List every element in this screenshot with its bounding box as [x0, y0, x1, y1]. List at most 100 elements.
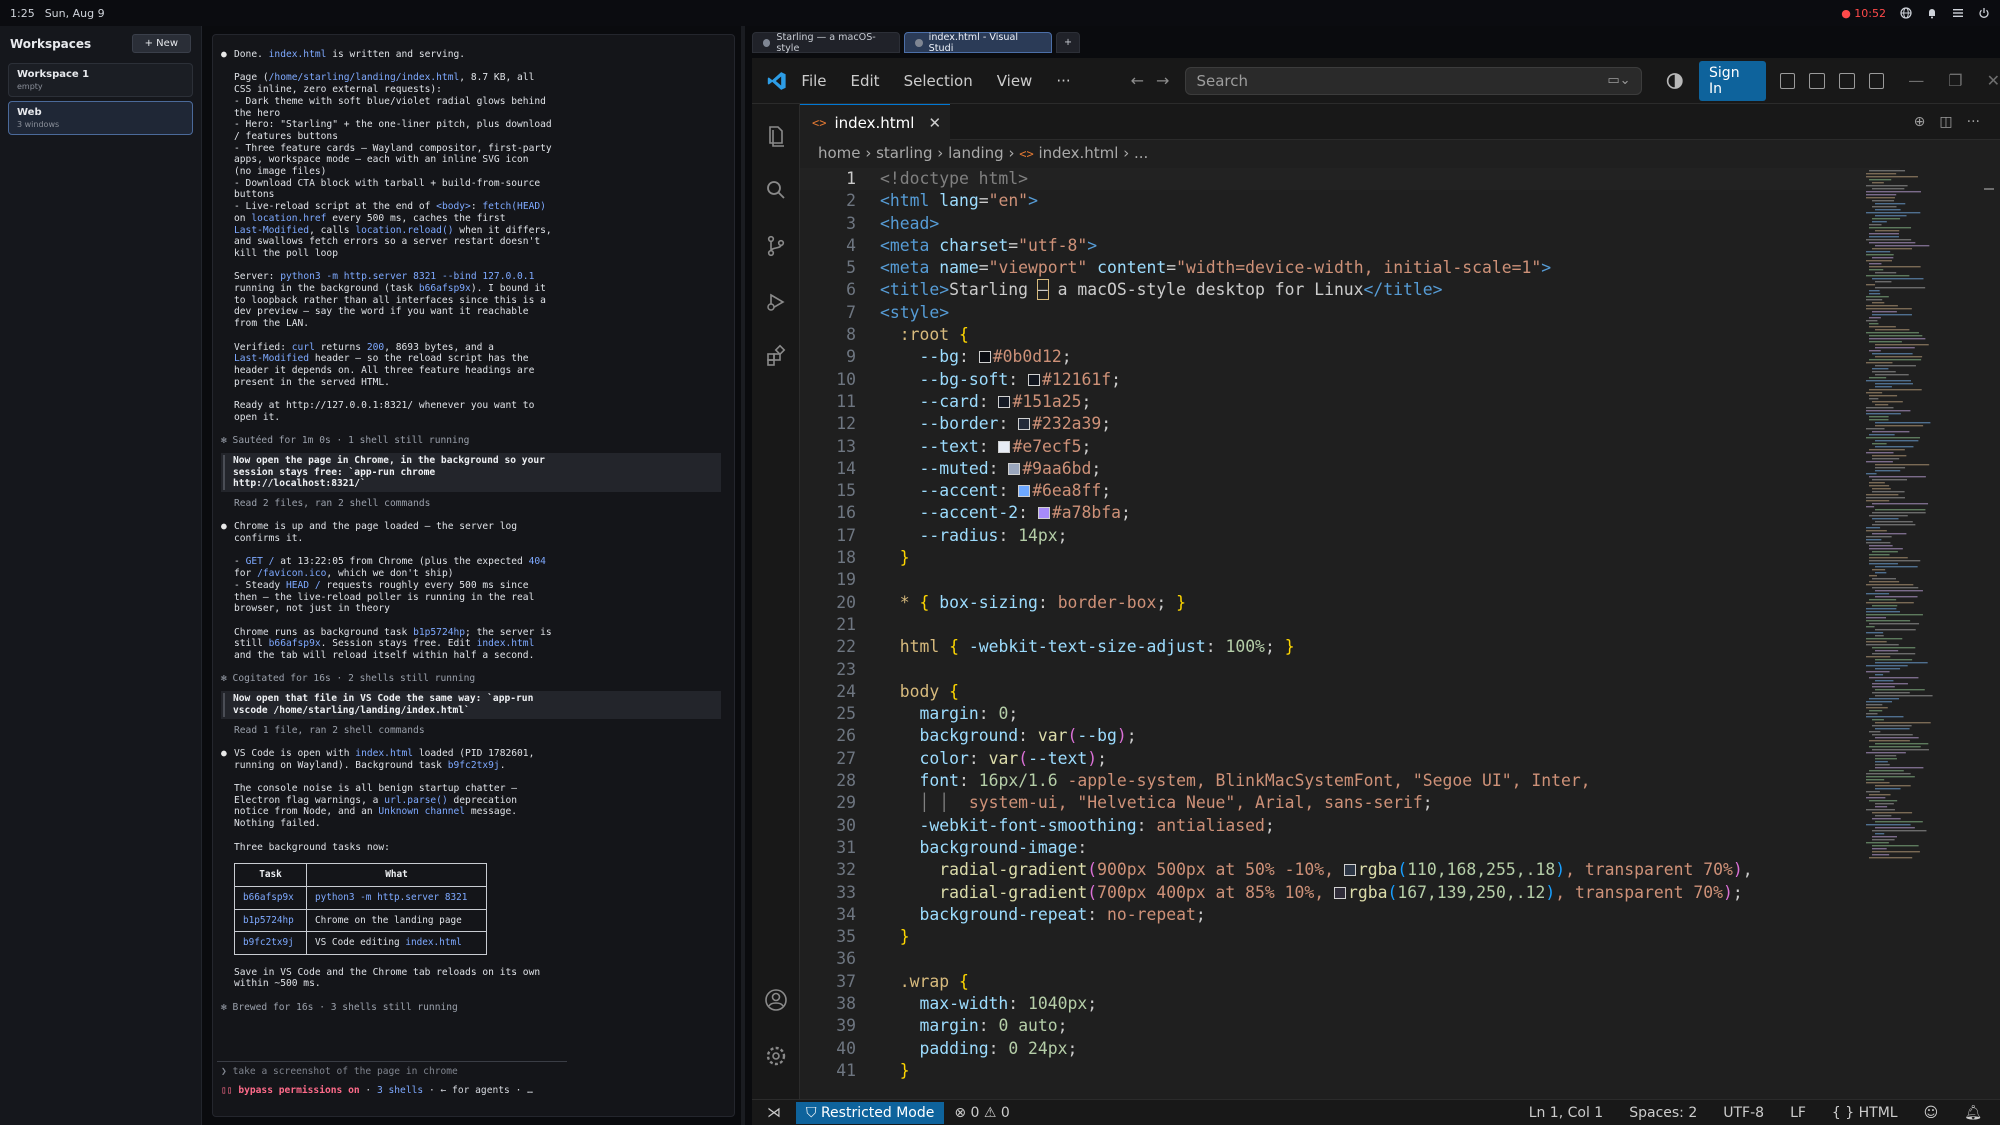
indentation[interactable]: Spaces: 2: [1629, 1105, 1697, 1121]
breadcrumb-item[interactable]: starling: [876, 144, 932, 162]
bypass-permissions-badge[interactable]: ▯▯ bypass permissions on: [221, 1085, 360, 1096]
prompt-area[interactable]: ❯ take a screenshot of the page in chrom…: [217, 1061, 734, 1077]
minimap[interactable]: [1862, 170, 1952, 870]
copilot-chat-icon[interactable]: ▭⌄: [1607, 73, 1630, 88]
terminal-pane[interactable]: ● Done. index.html is written and serving…: [212, 34, 735, 1117]
prompt-input[interactable]: ❯ take a screenshot of the page in chrom…: [217, 1066, 734, 1077]
accounts-sync-icon[interactable]: [1666, 72, 1684, 90]
source-control-icon[interactable]: [764, 234, 788, 258]
sign-in-button[interactable]: Sign In: [1699, 60, 1766, 101]
cursor-position[interactable]: Ln 1, Col 1: [1529, 1105, 1604, 1121]
globe-icon[interactable]: [1900, 7, 1912, 19]
color-swatch[interactable]: [1018, 485, 1031, 498]
minimap-line: [1866, 197, 1895, 199]
minimize-icon[interactable]: —: [1908, 71, 1924, 90]
open-preview-icon[interactable]: ⊕: [1914, 114, 1926, 130]
restore-icon[interactable]: ❐: [1948, 71, 1962, 90]
shells-count[interactable]: 3 shells: [377, 1085, 423, 1096]
code-text: background: var(--bg);: [919, 726, 1137, 746]
command-search-box[interactable]: Search ▭⌄: [1185, 66, 1642, 95]
color-swatch[interactable]: [1343, 864, 1356, 877]
power-icon[interactable]: [1978, 7, 1990, 19]
prompt-caret-icon: ❯: [221, 1066, 227, 1077]
editor-scrollbar[interactable]: [1980, 168, 1994, 1098]
extensions-icon[interactable]: [764, 344, 788, 368]
encoding[interactable]: UTF-8: [1723, 1105, 1764, 1121]
minimap-line: [1872, 257, 1894, 259]
menu-file[interactable]: File: [801, 72, 826, 90]
run-debug-icon[interactable]: [764, 290, 788, 314]
accounts-icon[interactable]: [764, 988, 788, 1012]
turn-meta: ✻ Cogitated for 16s · 2 shells still run…: [221, 673, 476, 685]
recording-indicator[interactable]: ● 10:52: [1841, 7, 1886, 20]
breadcrumb-item[interactable]: landing: [948, 144, 1004, 162]
language-mode[interactable]: { } HTML: [1832, 1105, 1898, 1121]
color-swatch[interactable]: [998, 440, 1011, 453]
menu-view[interactable]: View: [997, 72, 1033, 90]
minimap-line: [1869, 341, 1902, 343]
minimap-line: [1866, 299, 1883, 301]
menu-icon[interactable]: [1952, 7, 1964, 19]
copilot-icon[interactable]: ☺: [1924, 1105, 1939, 1121]
toggle-panel-icon[interactable]: [1839, 72, 1855, 89]
menu-edit[interactable]: Edit: [851, 72, 880, 90]
code-text: margin: 0;: [919, 704, 1019, 724]
color-swatch[interactable]: [1028, 373, 1041, 386]
explorer-icon[interactable]: [764, 124, 788, 148]
breadcrumb-item[interactable]: home: [818, 144, 861, 162]
window-tab-vscode[interactable]: index.html - Visual Studi: [904, 32, 1052, 54]
color-swatch[interactable]: [1037, 507, 1050, 520]
minimap-line: [1866, 809, 1895, 811]
breadcrumb-item[interactable]: ...: [1134, 144, 1148, 162]
code-text: <meta charset="utf-8">: [880, 235, 1098, 255]
color-swatch[interactable]: [998, 395, 1011, 408]
new-workspace-button[interactable]: + New: [131, 34, 191, 53]
code-editor[interactable]: 1 <!doctype html> 2 <html lang="en"> 3 <hea…: [800, 168, 1900, 1098]
minimap-line: [1866, 665, 1908, 667]
split-editor-icon[interactable]: ◫: [1939, 114, 1952, 130]
window-tab-chrome[interactable]: Starling — a macOS-style: [752, 32, 900, 54]
text: CSS inline, zero external requests): - D…: [234, 84, 552, 201]
color-swatch[interactable]: [1018, 418, 1031, 431]
toggle-secondary-sidebar-icon[interactable]: [1868, 72, 1885, 89]
settings-gear-icon[interactable]: [764, 1044, 788, 1068]
color-swatch[interactable]: [1008, 462, 1021, 475]
close-tab-icon[interactable]: ✕: [928, 114, 941, 132]
toggle-primary-sidebar-icon[interactable]: [1809, 72, 1825, 89]
minimap-line: [1875, 764, 1890, 766]
table-header: What: [306, 863, 487, 887]
tool-summary[interactable]: Read 1 file, ran 2 shell commands: [217, 725, 734, 737]
color-swatch[interactable]: [1333, 886, 1346, 899]
minimap-line: [1866, 251, 1891, 253]
workspace-item[interactable]: Workspace 1 empty: [8, 63, 193, 97]
code-span: index.html: [268, 49, 327, 60]
remote-indicator-icon[interactable]: ⋊: [752, 1105, 796, 1121]
restricted-mode-badge[interactable]: ⛉ Restricted Mode: [796, 1101, 945, 1124]
customize-layout-icon[interactable]: [1779, 72, 1796, 89]
search-icon[interactable]: [764, 178, 788, 202]
vscode-titlebar: File Edit Selection View ··· ← → Search …: [752, 58, 2000, 104]
line-number: 37: [836, 971, 856, 991]
back-arrow-icon[interactable]: ←: [1131, 71, 1144, 90]
minimap-line: [1869, 698, 1900, 700]
notifications-bell-icon[interactable]: 🔔︎: [1964, 1105, 1982, 1121]
bell-icon[interactable]: [1926, 7, 1938, 19]
close-window-icon[interactable]: ✕: [1987, 71, 2000, 90]
code-line: 35 }: [800, 926, 1900, 948]
code-line: 39 margin: 0 auto;: [800, 1015, 1900, 1037]
more-actions-icon[interactable]: ···: [1967, 114, 1980, 130]
breadcrumb-item[interactable]: index.html: [1038, 144, 1118, 162]
tool-summary[interactable]: Read 2 files, ran 2 shell commands: [217, 498, 734, 510]
menu-selection[interactable]: Selection: [904, 72, 973, 90]
menu-more[interactable]: ···: [1056, 72, 1070, 90]
forward-arrow-icon[interactable]: →: [1156, 71, 1169, 90]
editor-tab-index-html[interactable]: <> index.html ✕: [800, 104, 950, 140]
problems-indicator[interactable]: ⊗ 0 ⚠ 0: [954, 1105, 1009, 1121]
pane-splitter[interactable]: [741, 26, 745, 1125]
end-of-line[interactable]: LF: [1790, 1105, 1806, 1121]
workspace-item-active[interactable]: Web 3 windows: [8, 101, 193, 135]
code-span: curl: [291, 341, 315, 353]
new-window-tab-button[interactable]: +: [1056, 32, 1081, 53]
line-number: 6: [846, 280, 856, 300]
color-swatch[interactable]: [978, 351, 991, 364]
